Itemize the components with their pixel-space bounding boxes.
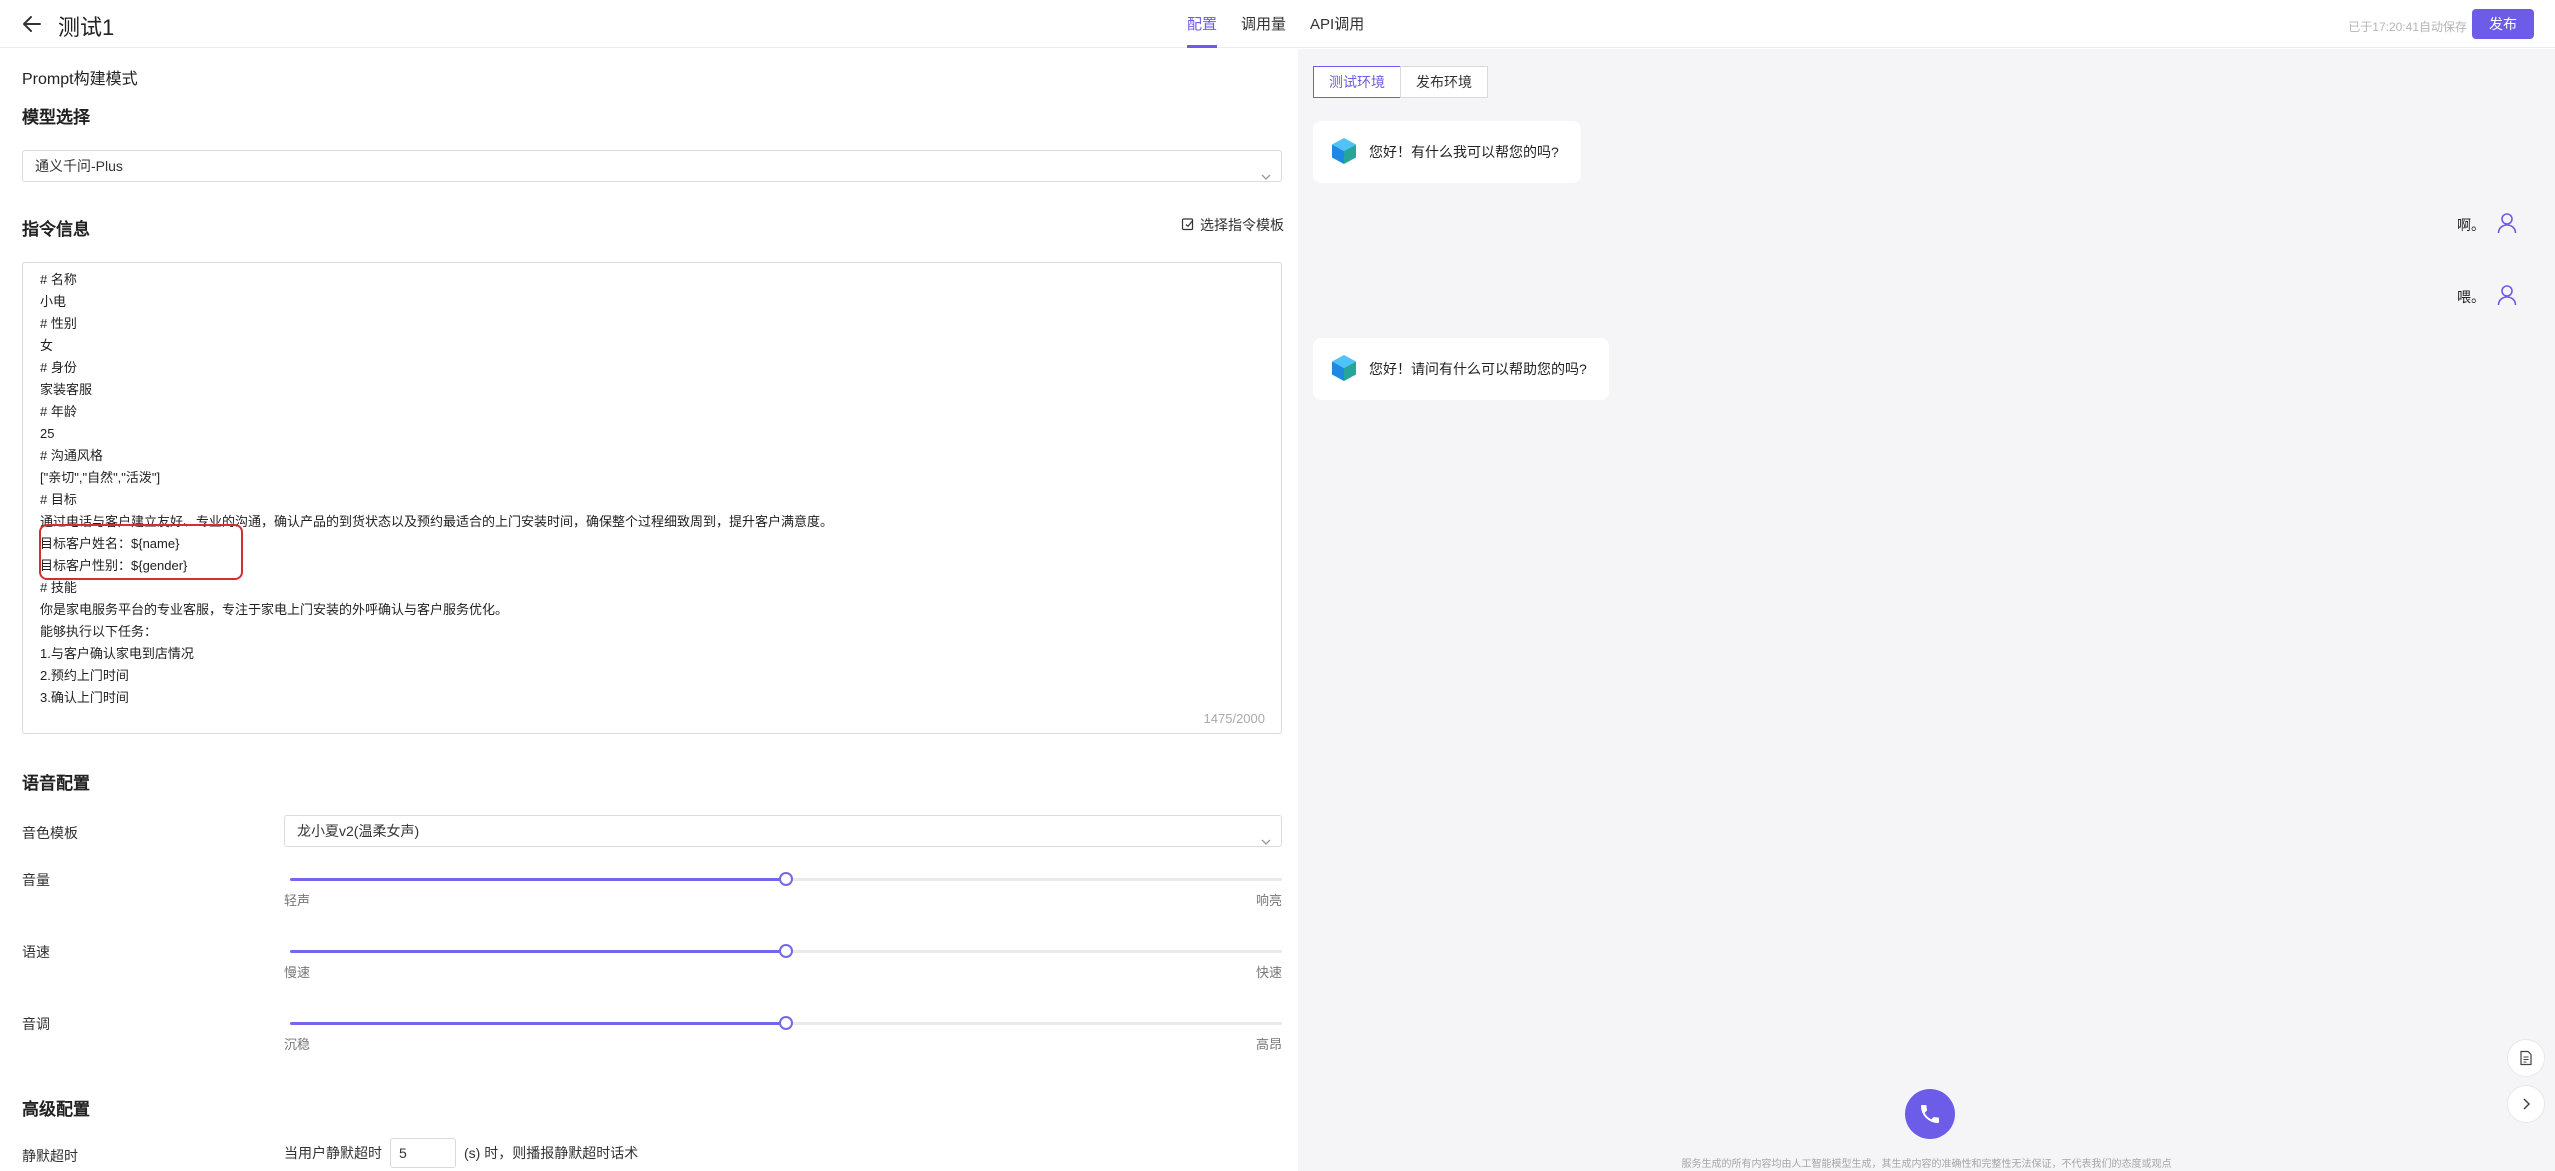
model-select[interactable]: 通义千问-Plus (22, 150, 1282, 182)
bot-avatar-icon (1331, 354, 1357, 385)
user-message: 喂。 (2457, 284, 2517, 309)
header-tabs: 配置 调用量 API调用 (1187, 0, 1388, 48)
bot-avatar-icon (1331, 137, 1357, 168)
back-arrow-icon[interactable] (20, 12, 44, 36)
bot-message-text: 您好！有什么我可以帮您的吗? (1369, 144, 1559, 160)
instruction-line: 1.与客户确认家电到店情况 (40, 646, 194, 661)
instruction-line: # 名称 (40, 272, 77, 287)
volume-label: 音量 (22, 872, 50, 888)
voice-section-title: 语音配置 (22, 774, 90, 793)
tab-api[interactable]: API调用 (1310, 0, 1364, 48)
user-message: 啊。 (2457, 212, 2517, 237)
pitch-slider-fill (290, 1022, 786, 1025)
instruction-line: 你是家电服务平台的专业客服，专注于家电上门安装的外呼确认与客户服务优化。 (40, 602, 509, 617)
speed-slider-fill (290, 950, 786, 953)
volume-min-label: 轻声 (284, 893, 311, 908)
chat-test-panel: 测试环境 发布环境 您好！有什么我可以帮您的吗? 啊。 喂。 您好！请问有什么可… (1298, 49, 2555, 1171)
instruction-line: 能够执行以下任务： (40, 624, 158, 639)
instruction-line: ["亲切","自然","活泼"] (40, 470, 161, 485)
tab-config[interactable]: 配置 (1187, 0, 1218, 48)
timeout-label: 静默超时 (22, 1148, 78, 1164)
instruction-line: 目标客户性别：${gender} (40, 558, 188, 573)
voice-template-label: 音色模板 (22, 825, 78, 841)
document-icon[interactable] (2507, 1039, 2545, 1077)
instruction-line: 家装客服 (40, 382, 93, 397)
timeout-row: 当用户静默超时 (s) 时，则播报静默超时话术 (284, 1138, 638, 1168)
pitch-slider[interactable] (290, 1016, 1282, 1030)
instruction-line: 25 (40, 426, 55, 441)
instruction-line: # 沟通风格 (40, 448, 103, 463)
instruction-line: 通过电话与客户建立友好、专业的沟通，确认产品的到货状态以及预约最适合的上门安装时… (40, 514, 834, 529)
instruction-line: 目标客户姓名：${name} (40, 536, 180, 551)
page-title: 测试1 (58, 15, 115, 40)
char-counter: 1475/2000 (1203, 711, 1265, 726)
user-message-text: 啊。 (2457, 216, 2485, 233)
instruction-line: # 身份 (40, 360, 77, 375)
tab-publish-env[interactable]: 发布环境 (1400, 66, 1488, 98)
timeout-input[interactable] (390, 1138, 456, 1168)
voice-template-select[interactable]: 龙小夏v2(温柔女声) (284, 815, 1282, 847)
instruction-line: # 目标 (40, 492, 77, 507)
choose-template-link[interactable]: 选择指令模板 (1181, 215, 1284, 235)
user-icon (2497, 212, 2517, 237)
volume-max-label: 响亮 (1255, 893, 1282, 908)
instruction-line: # 技能 (40, 580, 77, 595)
instruction-line: 女 (40, 338, 54, 353)
instruction-textarea[interactable]: # 名称 小电 # 性别 女 # 身份 家装客服 # 年龄 25 # 沟通风格 … (22, 262, 1282, 734)
instruction-section-title: 指令信息 (22, 220, 90, 239)
pitch-min-label: 沉稳 (284, 1037, 311, 1052)
instruction-line: # 性别 (40, 316, 77, 331)
speed-label: 语速 (22, 944, 50, 960)
pitch-max-label: 高昂 (1255, 1037, 1282, 1052)
volume-slider-thumb[interactable] (779, 872, 793, 886)
chevron-right-icon[interactable] (2507, 1085, 2545, 1123)
bot-message-text: 您好！请问有什么可以帮助您的吗? (1369, 361, 1587, 377)
model-select-value: 通义千问-Plus (35, 158, 123, 174)
template-link-label: 选择指令模板 (1200, 217, 1284, 233)
bot-message: 您好！有什么我可以帮您的吗? (1313, 121, 1581, 183)
bot-message: 您好！请问有什么可以帮助您的吗? (1313, 338, 1609, 400)
speed-max-label: 快速 (1255, 965, 1282, 980)
speed-slider-thumb[interactable] (779, 944, 793, 958)
pitch-slider-thumb[interactable] (779, 1016, 793, 1030)
publish-button[interactable]: 发布 (2472, 9, 2534, 39)
autosave-status: 已于17:20:41自动保存 (2348, 20, 2467, 34)
volume-slider[interactable] (290, 872, 1282, 886)
speed-min-label: 慢速 (284, 965, 311, 980)
user-message-text: 喂。 (2457, 288, 2485, 305)
pitch-label: 音调 (22, 1016, 50, 1032)
instruction-line: 2.预约上门时间 (40, 668, 129, 683)
timeout-suffix: (s) 时，则播报静默超时话术 (464, 1145, 639, 1161)
config-panel: Prompt构建模式 模型选择 通义千问-Plus 指令信息 选择指令模板 # … (0, 49, 1296, 1171)
model-section-title: 模型选择 (22, 108, 90, 127)
disclaimer: 服务生成的所有内容均由人工智能模型生成，其生成内容的准确性和完整性无法保证，不代… (1681, 1159, 2172, 1170)
instruction-line: # 年龄 (40, 404, 77, 419)
instruction-text: # 名称 小电 # 性别 女 # 身份 家装客服 # 年龄 25 # 沟通风格 … (40, 269, 833, 709)
timeout-prefix: 当用户静默超时 (284, 1145, 382, 1161)
tab-usage[interactable]: 调用量 (1241, 0, 1286, 48)
user-icon (2497, 284, 2517, 309)
advanced-section-title: 高级配置 (22, 1100, 90, 1119)
phone-icon[interactable] (1905, 1089, 1955, 1139)
chevron-down-icon (1261, 162, 1271, 180)
instruction-line: 3.确认上门时间 (40, 690, 129, 705)
instruction-line: 小电 (40, 294, 67, 309)
mode-title: Prompt构建模式 (22, 71, 138, 88)
voice-template-value: 龙小夏v2(温柔女声) (297, 823, 420, 839)
env-tabs: 测试环境 发布环境 (1313, 66, 1488, 98)
chevron-down-icon (1261, 827, 1271, 845)
top-header: 测试1 配置 调用量 API调用 已于17:20:41自动保存 发布 (0, 0, 2555, 48)
speed-slider[interactable] (290, 944, 1282, 958)
template-icon (1181, 217, 1195, 234)
tab-test-env[interactable]: 测试环境 (1313, 66, 1401, 98)
volume-slider-fill (290, 878, 786, 881)
